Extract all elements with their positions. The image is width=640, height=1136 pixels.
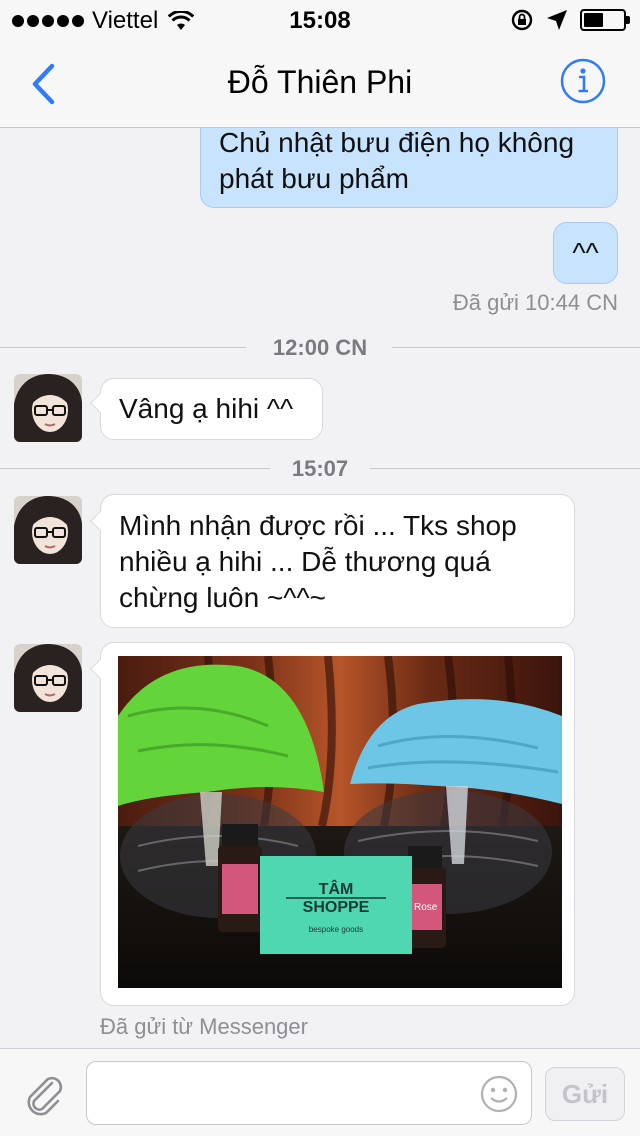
status-bar: Viettel 15:08 — [0, 0, 640, 40]
sent-via-label: Đã gửi từ Messenger — [100, 1014, 308, 1039]
photo-attachment[interactable]: Rose TÂM SHOPPE bespoke goods — [118, 656, 562, 988]
info-icon[interactable] — [560, 58, 606, 104]
message-list[interactable]: Chủ nhật bưu điện họ không phát bưu phẩm… — [0, 128, 640, 1048]
status-right — [510, 8, 630, 32]
avatar[interactable] — [14, 496, 82, 564]
battery-icon — [580, 9, 630, 31]
timestamp-label: 15:07 — [291, 456, 349, 481]
message-text: Vâng ạ hihi ^^ — [119, 393, 294, 424]
card-tagline: bespoke goods — [309, 925, 363, 934]
avatar[interactable] — [14, 374, 82, 442]
timestamp-label: 12:00 CN — [272, 335, 368, 360]
paperclip-icon[interactable] — [22, 1073, 68, 1119]
conversation-title: Đỗ Thiên Phi — [227, 64, 413, 100]
battery-level — [584, 13, 603, 27]
timestamp-divider: 15:07 — [0, 454, 640, 484]
location-arrow-icon — [547, 10, 567, 30]
message-incoming[interactable]: Mình nhận được rồi ... Tks shop nhiều ạ … — [100, 494, 575, 628]
send-button[interactable]: Gửi — [545, 1067, 625, 1121]
card-brand-line1: TÂM — [319, 879, 354, 898]
smiley-icon[interactable] — [480, 1075, 518, 1113]
message-text-line: nhiều ạ hihi ... Dễ thương quá — [119, 546, 491, 577]
bottle-label: Rose — [414, 902, 438, 913]
message-text: ^^ — [572, 237, 599, 268]
avatar[interactable] — [14, 644, 82, 712]
timestamp-divider: 12:00 CN — [0, 333, 640, 363]
rotation-lock-icon — [511, 9, 533, 31]
message-text-line: phát bưu phẩm — [219, 163, 409, 194]
message-text-line: chừng luôn ~^^~ — [119, 582, 326, 613]
message-outgoing[interactable]: Chủ nhật bưu điện họ không phát bưu phẩm — [200, 128, 618, 208]
message-input[interactable] — [86, 1061, 532, 1125]
message-text-line: Chủ nhật bưu điện họ không — [219, 128, 575, 158]
sent-status: Đã gửi 10:44 CN — [452, 290, 618, 315]
message-incoming[interactable]: Vâng ạ hihi ^^ — [100, 378, 323, 440]
message-outgoing[interactable]: ^^ — [553, 222, 618, 284]
navigation-bar: Đỗ Thiên Phi — [0, 40, 640, 128]
message-text-line: Mình nhận được rồi ... Tks shop — [119, 510, 517, 541]
compose-bar: Gửi — [0, 1048, 640, 1136]
card-brand-line2: SHOPPE — [303, 899, 370, 916]
